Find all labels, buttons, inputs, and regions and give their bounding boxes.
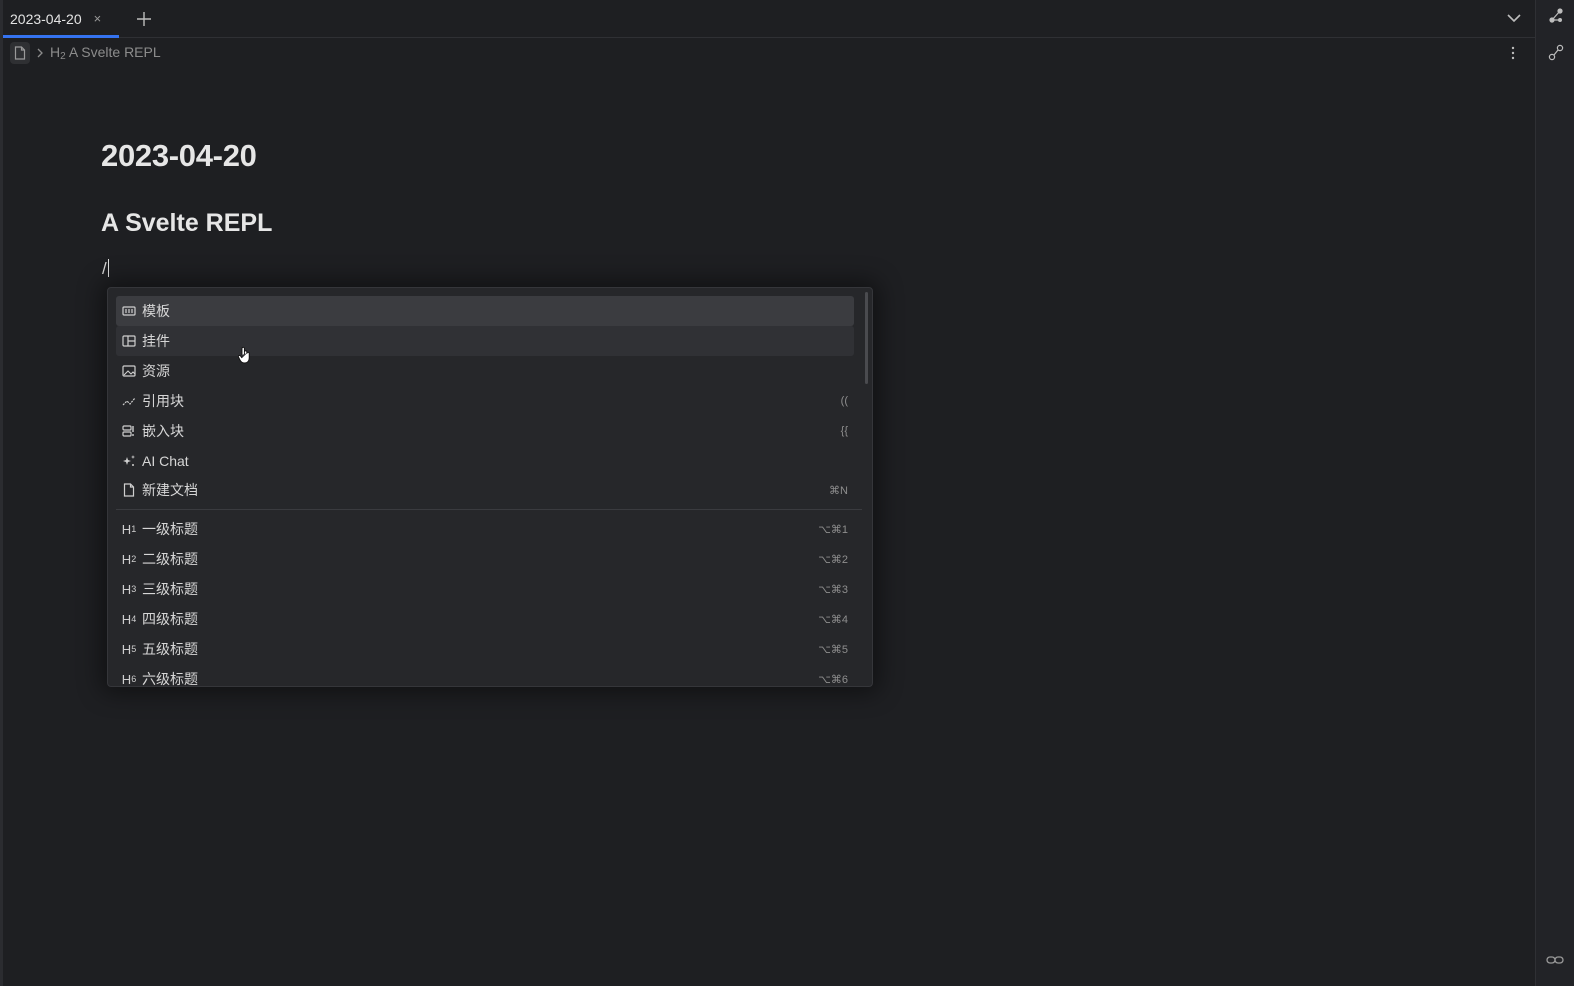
plus-icon [137,11,151,26]
menu-item-label: 二级标题 [142,551,198,567]
menu-item-shortcut: (( [840,395,848,407]
document-icon [14,46,26,60]
breadcrumb-heading[interactable]: H2 A Svelte REPL [50,44,161,62]
menu-item-label: AI Chat [142,453,189,469]
image-icon [121,363,137,379]
slash-command-menu: 模板 挂件 资源 引用块 (( 嵌入块 {{AI Chat 新建文档 ⌘N H… [107,287,873,687]
menu-item-label: 四级标题 [142,611,198,627]
sparkle-icon [121,453,137,469]
breadcrumb: H2 A Svelte REPL [10,42,161,64]
menu-item-heading-4[interactable]: H4 四级标题 ⌥⌘4 [116,604,854,634]
menu-item-ref-block[interactable]: 引用块 (( [116,386,854,416]
menu-item-heading-6[interactable]: H6 六级标题 ⌥⌘6 [116,664,854,687]
widget-icon [121,333,137,349]
menu-item-shortcut: ⌥⌘2 [818,553,848,566]
link-icon[interactable] [1546,953,1564,967]
menu-item-shortcut: ⌥⌘3 [818,583,848,596]
menu-item-embed-block[interactable]: 嵌入块 {{ [116,416,854,446]
menu-item-shortcut: ⌥⌘1 [818,523,848,536]
menu-item-shortcut: ⌥⌘6 [818,673,848,686]
editor-input-text: / [102,259,107,278]
breadcrumb-heading-text: A Svelte REPL [68,44,161,60]
menu-item-label: 一级标题 [142,521,198,537]
menu-item-label: 六级标题 [142,671,198,687]
add-tab-button[interactable] [129,4,159,34]
menu-item-heading-1[interactable]: H1 一级标题 ⌥⌘1 [116,514,854,544]
menu-item-shortcut: ⌥⌘5 [818,643,848,656]
menu-item-heading-2[interactable]: H2 二级标题 ⌥⌘2 [116,544,854,574]
tab-active-indicator [3,34,119,38]
menu-item-ai-chat[interactable]: AI Chat [116,446,854,476]
right-dock [1535,0,1574,986]
chevron-down-icon[interactable] [1505,9,1523,27]
menu-item-label: 挂件 [142,333,170,349]
tab-close-icon[interactable]: × [94,11,102,26]
menu-divider [116,509,862,510]
menu-scrollbar[interactable] [865,292,868,384]
breadcrumb-doc[interactable] [10,42,30,64]
breadcrumb-heading-prefix: H [50,44,61,60]
new-doc-icon [121,482,137,498]
heading-block[interactable]: A Svelte REPL [101,209,272,238]
menu-item-shortcut: ⌥⌘4 [818,613,848,626]
left-edge [0,0,3,986]
menu-item-widget[interactable]: 挂件 [116,326,854,356]
template-icon [121,303,137,319]
heading-3-icon: H3 [121,581,137,597]
chevron-right-icon [37,48,43,58]
heading-2-icon: H2 [121,551,137,567]
heading-4-icon: H4 [121,611,137,627]
menu-item-heading-3[interactable]: H3 三级标题 ⌥⌘3 [116,574,854,604]
heading-6-icon: H6 [121,671,137,687]
tab-bar: 2023-04-20 × [3,0,1535,38]
menu-item-assets[interactable]: 资源 [116,356,854,386]
editor-input-line[interactable]: / [102,259,109,279]
menu-item-label: 资源 [142,363,170,379]
more-vertical-icon[interactable] [1506,44,1520,62]
app-window: 2023-04-20 × H2 A Svelte REPL 2023-04-20… [0,0,1574,986]
menu-item-label: 新建文档 [142,482,198,498]
menu-item-label: 引用块 [142,393,184,409]
heading-1-icon: H1 [121,521,137,537]
menu-item-shortcut: ⌘N [829,484,848,497]
menu-item-label: 五级标题 [142,641,198,657]
menu-item-label: 三级标题 [142,581,198,597]
tab-label: 2023-04-20 [10,10,82,27]
menu-item-shortcut: {{ [840,425,848,437]
graph-icon[interactable] [1547,7,1565,25]
embed-block-icon [121,423,137,439]
global-graph-icon[interactable] [1547,44,1565,62]
heading-5-icon: H5 [121,641,137,657]
menu-item-label: 模板 [142,303,170,319]
menu-item-template[interactable]: 模板 [116,296,854,326]
document-title[interactable]: 2023-04-20 [101,138,257,174]
ref-block-icon [121,393,137,409]
hand-cursor-icon [238,346,250,364]
menu-item-heading-5[interactable]: H5 五级标题 ⌥⌘5 [116,634,854,664]
text-caret [107,259,109,277]
breadcrumb-heading-level: 2 [60,51,66,62]
menu-item-new-doc[interactable]: 新建文档 ⌘N [116,475,854,505]
tab-active[interactable]: 2023-04-20 × [3,0,119,38]
menu-item-label: 嵌入块 [142,423,184,439]
